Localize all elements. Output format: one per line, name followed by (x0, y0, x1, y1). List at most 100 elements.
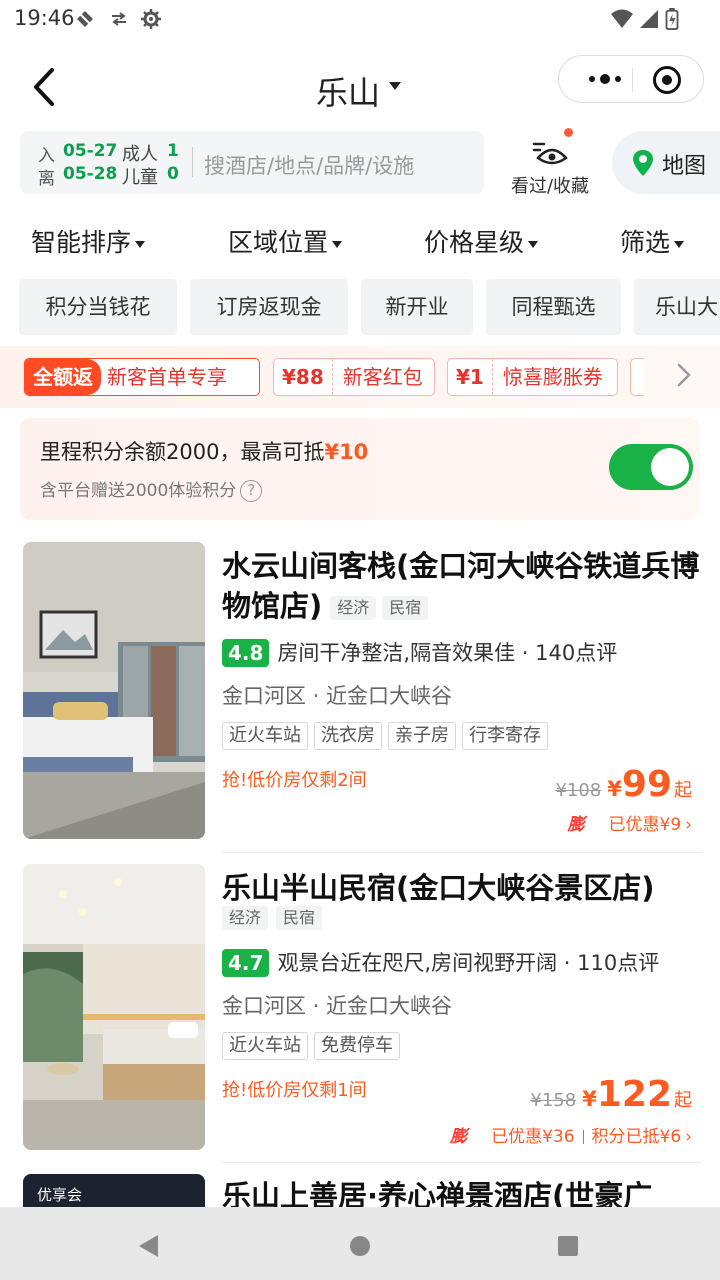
search-divider (192, 147, 193, 177)
hotel-photo[interactable] (23, 864, 205, 1150)
coupon-tag: 全额返 (25, 359, 101, 395)
discount-detail[interactable]: 膨 已优惠¥36 积分已抵¥6 › (450, 1122, 692, 1147)
points-toggle[interactable] (609, 444, 693, 490)
capsule-divider (632, 68, 633, 92)
gear-icon (141, 9, 161, 29)
chip-points[interactable]: 积分当钱花 (19, 279, 177, 335)
search-input[interactable]: 搜酒店/地点/品牌/设施 (204, 150, 414, 180)
sort-smart-label: 智能排序 (31, 228, 132, 257)
battery-icon (665, 8, 679, 30)
chip-leshan[interactable]: 乐山大 (634, 279, 720, 335)
adults-count[interactable]: 1 (167, 141, 179, 161)
hotel-type-tag: 经济 (222, 906, 269, 930)
back-triangle-icon[interactable] (136, 1233, 162, 1259)
hotel-photo[interactable] (23, 542, 205, 839)
chevron-right-icon[interactable] (674, 362, 694, 388)
eye-icon (532, 142, 568, 165)
coupon-red-packet[interactable]: ¥88 新客红包 (273, 358, 435, 396)
coupon-text: 新客首单专享 (107, 365, 227, 389)
swell-icon: 膨 (450, 1127, 468, 1147)
hotel-name[interactable]: 乐山半山民宿(金口大峡谷景区店) (222, 868, 700, 908)
home-circle-icon[interactable] (349, 1235, 371, 1257)
discount-detail[interactable]: 膨 已优惠¥9 › (568, 810, 692, 835)
sort-area-label: 区域位置 (228, 228, 329, 257)
coupon-surprise[interactable]: ¥1 惊喜膨胀券 (447, 358, 618, 396)
search-bar[interactable]: 入 05-27 离 05-28 成人 1 儿童 0 搜酒店/地点/品牌/设施 (20, 131, 484, 194)
sort-area[interactable]: 区域位置 (228, 223, 343, 259)
favorites-button[interactable]: 看过/收藏 (500, 128, 600, 198)
cell-signal-icon (640, 10, 658, 28)
more-dots-icon[interactable] (581, 69, 631, 89)
toggle-knob (651, 448, 689, 486)
sort-filter[interactable]: 筛选 (620, 223, 685, 259)
help-icon[interactable]: ? (240, 480, 263, 502)
hotel-card[interactable]: 优享会 乐山上善居·养心禅景酒店(世豪广 (0, 1174, 720, 1207)
hotel-card[interactable]: 乐山半山民宿(金口大峡谷景区店) 经济 民宿 4.7 观景台近在咫尺,房间视野开阔 … (0, 864, 720, 1164)
hotel-card[interactable]: 水云山间客栈(金口河大峡谷铁道兵博物馆店) 经济 民宿 4.8 房间干净整洁,隔音效果… (0, 542, 720, 853)
checkin-label: 入 (38, 146, 55, 166)
facility-tag: 免费停车 (314, 1032, 400, 1060)
favorites-label: 看过/收藏 (510, 176, 590, 197)
hotel-name-text: 水云山间客栈(金口河大峡谷铁道兵博物馆店) (222, 549, 700, 623)
checkin-date[interactable]: 05-27 (63, 141, 117, 161)
discount-text: 已优惠¥36 (491, 1127, 575, 1147)
coupon-partial[interactable] (630, 358, 644, 396)
sort-smart[interactable]: 智能排序 (31, 223, 146, 259)
hotel-tags: 近火车站 洗衣房 亲子房 行李寄存 (222, 722, 554, 750)
target-icon[interactable] (653, 66, 681, 94)
children-count[interactable]: 0 (167, 164, 179, 184)
city-selector[interactable]: 乐山 (316, 68, 380, 114)
score-badge: 4.7 (222, 949, 270, 977)
chevron-left-icon[interactable] (26, 64, 66, 110)
coupon-tag: ¥88 (274, 359, 333, 395)
chevron-right-icon: › (685, 1127, 692, 1147)
checkout-date[interactable]: 05-28 (63, 164, 117, 184)
children-label: 儿童 (122, 167, 158, 188)
hotel-name[interactable]: 水云山间客栈(金口河大峡谷铁道兵博物馆店) 经济 民宿 (222, 546, 700, 626)
hotel-type-tags: 经济 民宿 (222, 906, 330, 930)
facility-tag: 亲子房 (388, 722, 456, 750)
original-price: ¥108 (555, 780, 602, 801)
hotel-name[interactable]: 乐山上善居·养心禅景酒店(世豪广 (222, 1176, 700, 1207)
hotel-location: 金口河区 · 近金口大峡谷 (222, 994, 453, 1018)
discount-separator (582, 1130, 584, 1144)
discount-text: 已优惠¥9 (608, 815, 682, 835)
hotel-room-image (23, 542, 205, 839)
card-divider (222, 852, 702, 853)
system-nav-bar (0, 1207, 720, 1280)
hotel-type-tag: 民宿 (276, 906, 323, 930)
currency-symbol: ¥ (607, 777, 622, 801)
notification-dot (564, 128, 573, 137)
chip-cashback[interactable]: 订房返现金 (190, 279, 348, 335)
caret-down-icon (528, 240, 539, 248)
coupon-bar: 全额返 新客首单专享 ¥88 新客红包 ¥1 惊喜膨胀券 (0, 346, 720, 408)
review-summary: 房间干净整洁,隔音效果佳 · 140点评 (277, 641, 618, 665)
recents-square-icon[interactable] (557, 1235, 579, 1257)
sort-price-star[interactable]: 价格星级 (424, 223, 539, 259)
facility-tag: 行李寄存 (462, 722, 548, 750)
coupon-text: 新客红包 (342, 365, 423, 389)
price-suffix: 起 (674, 1090, 692, 1111)
hotel-photo[interactable]: 优享会 (23, 1174, 205, 1207)
coupon-first-order[interactable]: 全额返 新客首单专享 (24, 358, 260, 396)
hotel-location: 金口河区 · 近金口大峡谷 (222, 684, 453, 708)
chip-tongcheng-select[interactable]: 同程甄选 (486, 279, 621, 335)
caret-down-icon[interactable] (389, 82, 401, 90)
low-stock-note: 抢!低价房仅剩1间 (222, 1080, 367, 1101)
current-price: 122 (596, 1074, 672, 1115)
hotel-rating: 4.8 房间干净整洁,隔音效果佳 · 140点评 (222, 637, 617, 667)
score-badge: 4.8 (222, 639, 270, 667)
caret-down-icon (135, 240, 146, 248)
points-card: 里程积分余额2000，最高可抵¥10 含平台赠送2000体验积分? (20, 418, 700, 520)
review-summary: 观景台近在咫尺,房间视野开阔 · 110点评 (277, 951, 660, 975)
member-badge: 优享会 (37, 1186, 83, 1204)
points-used-text: 积分已抵¥6 (591, 1127, 682, 1147)
top-nav-bar: 乐山 (0, 44, 720, 130)
sort-price-label: 价格星级 (424, 228, 525, 257)
low-stock-note: 抢!低价房仅剩2间 (222, 770, 367, 791)
chip-new-open[interactable]: 新开业 (361, 279, 473, 335)
map-button[interactable]: 地图 (612, 131, 720, 194)
data-arrows-icon (112, 12, 126, 26)
coupon-text: 惊喜膨胀券 (502, 365, 603, 389)
points-amount: ¥10 (324, 440, 369, 464)
